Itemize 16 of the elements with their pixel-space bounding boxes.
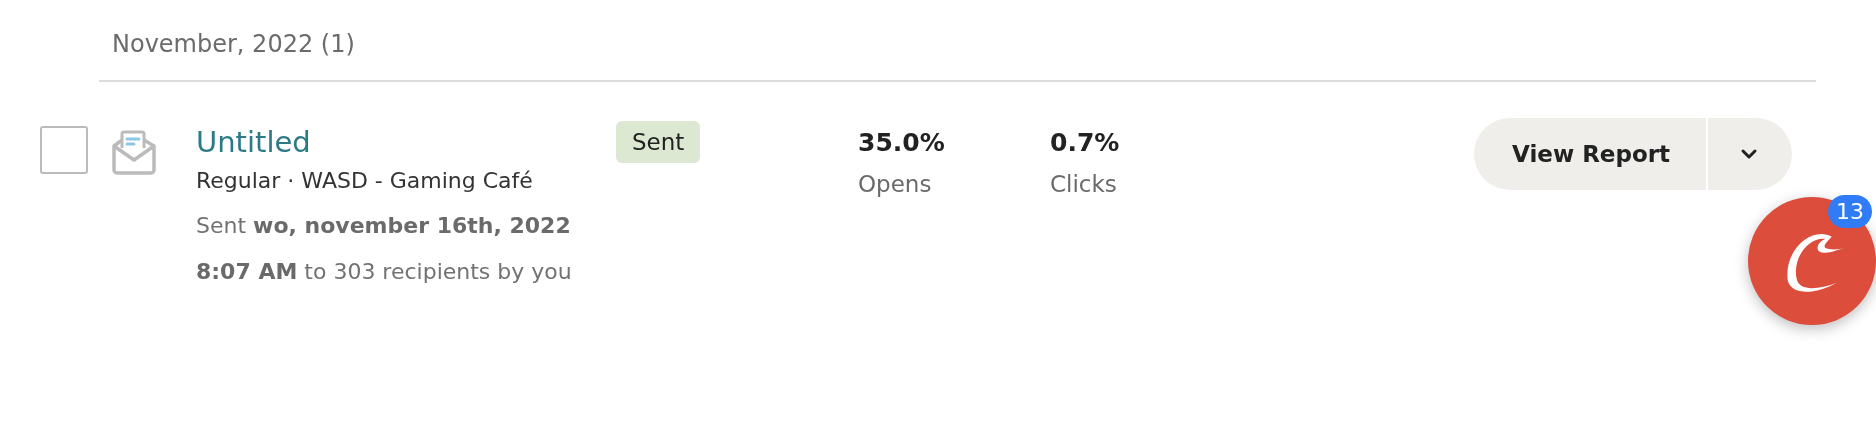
view-report-button[interactable]: View Report [1474,118,1707,190]
chevron-down-icon [1740,148,1759,160]
stat-label: Opens [858,171,933,197]
notification-count-badge: 13 [1828,195,1872,228]
stat-value: 0.7% [1050,128,1121,157]
sent-info-text: Sent wo, november 16th, 2022 8:07 AM to 303 recipients by you [196,211,573,286]
checkbox[interactable] [40,126,88,174]
group-header: November, 2022 (1) [112,30,355,58]
chat-bubble-button[interactable]: 13 [1748,197,1876,325]
dropdown-button[interactable] [1708,118,1793,190]
campaign-type-text: Regular · WASD - Gaming Café [196,167,534,193]
campaign-title-link[interactable]: Untitled [196,124,311,162]
stat-value: 35.0% [858,128,946,157]
status-badge: Sent [616,121,701,163]
stat-label: Clicks [1050,171,1118,197]
envelope-icon [110,128,158,176]
